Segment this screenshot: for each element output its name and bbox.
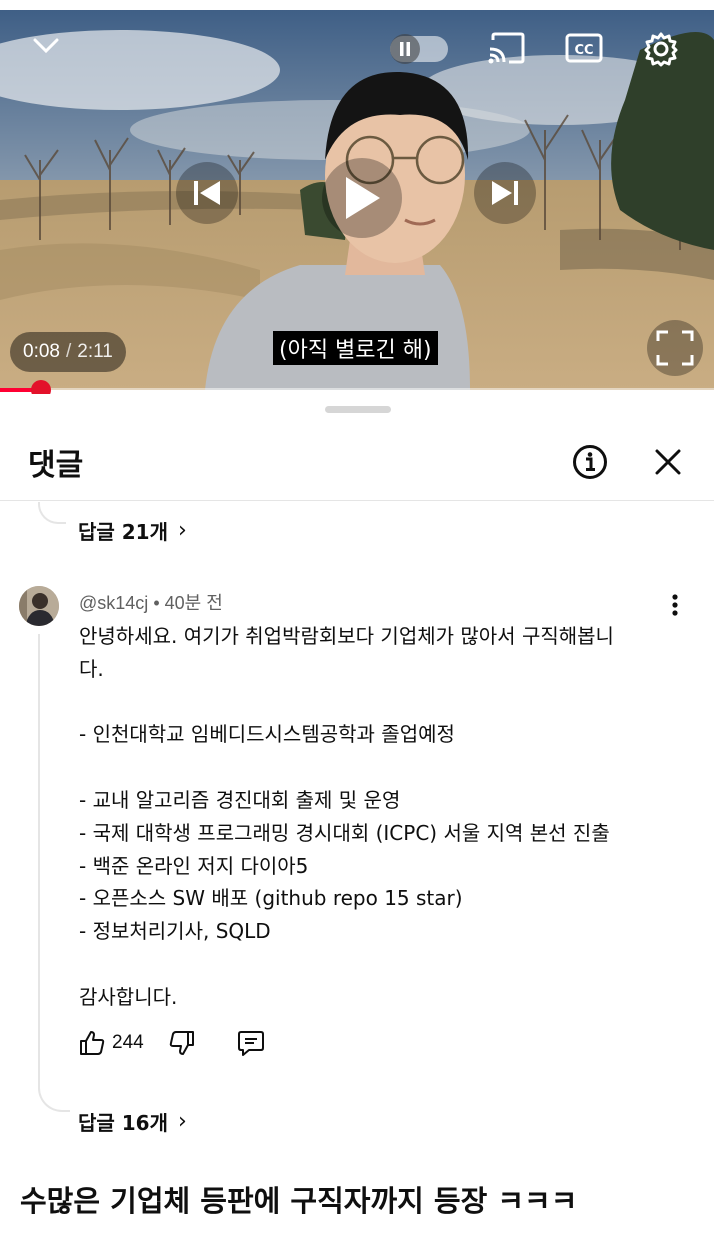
comment-text: 안녕하세요. 여기가 취업박람회보다 기업체가 많아서 구직해봅니 다. - 인…	[79, 624, 614, 1009]
more-vert-icon	[672, 594, 678, 616]
chevron-right-icon: ›	[178, 518, 187, 543]
comment-author[interactable]: @sk14cj	[79, 593, 148, 613]
header-divider	[0, 500, 714, 501]
fullscreen-icon	[656, 330, 694, 366]
next-button[interactable]	[474, 162, 536, 224]
captions-button[interactable]: CC	[564, 30, 604, 66]
cc-icon: CC	[565, 33, 603, 63]
duration: 2:11	[77, 341, 113, 362]
replies-count: 답글 16개	[78, 1111, 168, 1135]
cast-icon	[488, 32, 525, 64]
subtitle-text: (아직 별로긴 해)	[273, 331, 438, 365]
cast-button[interactable]	[484, 28, 528, 68]
progress-bar[interactable]	[0, 388, 714, 392]
thumbs-up-icon	[80, 1031, 105, 1055]
time-separator: /	[65, 341, 72, 362]
more-options-button[interactable]	[660, 590, 690, 620]
comment-meta: @sk14cj • 40분 전	[79, 589, 223, 615]
view-replies-button[interactable]: 답글 16개 ›	[78, 1107, 187, 1136]
panel-title: 댓글	[28, 448, 84, 483]
collapse-button[interactable]	[28, 28, 64, 64]
chevron-down-icon	[33, 38, 59, 54]
comments-panel: 댓글 답글 21개 › @sk14cj • 40분 전 안녕하세요. 여기가 취…	[0, 394, 714, 1240]
skip-next-icon	[492, 181, 518, 205]
thumbs-down-icon	[169, 1031, 194, 1055]
play-button[interactable]	[322, 158, 402, 238]
view-replies-button[interactable]: 답글 21개 ›	[78, 516, 187, 545]
video-player[interactable]: CC 0:08 / 2:11 (아직 별로긴 해)	[0, 10, 714, 390]
post-caption: 수많은 기업체 등판에 구직자까지 등장 ㅋㅋㅋ	[20, 1184, 578, 1218]
play-icon	[346, 177, 380, 219]
thread-line	[38, 634, 70, 1112]
chevron-right-icon: ›	[178, 1109, 187, 1134]
fullscreen-button[interactable]	[647, 320, 703, 376]
reply-button[interactable]	[236, 1028, 266, 1058]
like-count: 244	[112, 1032, 144, 1053]
previous-button[interactable]	[176, 162, 238, 224]
settings-button[interactable]	[640, 28, 682, 70]
time-display: 0:08 / 2:11	[10, 332, 126, 372]
replies-count: 답글 21개	[78, 520, 168, 544]
pause-toggle-icon	[390, 34, 420, 64]
close-button[interactable]	[648, 442, 688, 482]
dislike-button[interactable]	[168, 1028, 196, 1058]
svg-text:CC: CC	[574, 43, 593, 58]
meta-dot: •	[153, 593, 160, 613]
skip-previous-icon	[194, 181, 220, 205]
current-time: 0:08	[23, 341, 60, 362]
info-icon	[573, 445, 607, 479]
drag-handle[interactable]	[325, 406, 391, 413]
comment-icon	[237, 1031, 264, 1056]
thread-line	[38, 502, 66, 524]
gear-icon	[644, 32, 678, 67]
comment-time: 40분 전	[164, 593, 223, 613]
autoplay-toggle[interactable]	[390, 34, 448, 64]
avatar[interactable]	[19, 586, 59, 626]
comment-actions: 244	[78, 1028, 266, 1058]
info-button[interactable]	[570, 442, 610, 482]
close-icon	[655, 449, 681, 475]
like-button[interactable]	[78, 1028, 106, 1058]
